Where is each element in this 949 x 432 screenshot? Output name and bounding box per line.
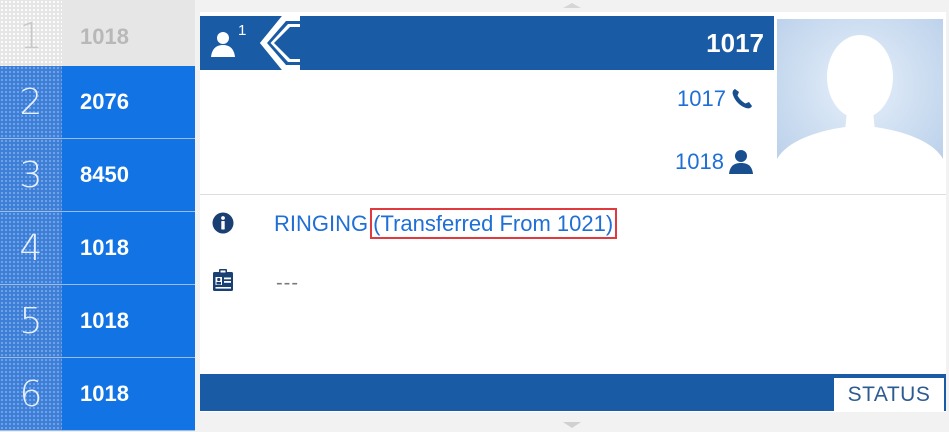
line-key-5[interactable]: 5 1018 [0, 285, 195, 358]
line-key-label: 1018 [62, 358, 195, 430]
contacts-icon[interactable] [210, 30, 236, 58]
call-status-text: RINGING (Transferred From 1021) [274, 208, 618, 239]
line-key-index: 2 [0, 66, 62, 138]
line-key-3[interactable]: 3 8450 [0, 139, 195, 212]
line-key-1[interactable]: 1 1018 [0, 0, 195, 73]
phone-icon [732, 89, 752, 109]
note-text: --- [276, 272, 299, 294]
line-key-index: 6 [0, 358, 62, 430]
status-softkey[interactable]: STATUS [834, 378, 944, 411]
clipboard-icon [213, 269, 233, 291]
call-title: 1017 [706, 28, 764, 58]
line-key-index: 3 [0, 139, 62, 211]
line-key-label: 1018 [62, 285, 195, 357]
line-key-2[interactable]: 2 2076 [0, 66, 195, 139]
line-key-4[interactable]: 4 1018 [0, 212, 195, 285]
line-key-label: 1018 [62, 0, 195, 73]
call-number: 1017 [677, 86, 726, 111]
line-key-6[interactable]: 6 1018 [0, 358, 195, 431]
line-key-index: 5 [0, 285, 62, 357]
back-chevron-icon[interactable] [256, 16, 300, 70]
line-key-label: 2076 [62, 66, 195, 138]
call-number-row: 1017 [677, 84, 754, 114]
line-key-label: 8450 [62, 139, 195, 211]
transfer-detail: (Transferred From 1021) [370, 208, 618, 239]
scroll-down-indicator [563, 422, 581, 428]
contacts-count: 1 [238, 22, 247, 39]
call-status-row: RINGING (Transferred From 1021) [200, 208, 946, 242]
softkey-bar: STATUS [200, 374, 946, 411]
divider [200, 194, 946, 195]
line-key-label: 1018 [62, 212, 195, 284]
call-state: RINGING [274, 211, 369, 236]
info-icon [212, 212, 234, 234]
avatar [777, 19, 943, 186]
caller-number: 1018 [675, 149, 724, 174]
person-icon [729, 150, 753, 174]
line-key-index: 4 [0, 212, 62, 284]
note-row: --- [200, 266, 946, 296]
line-key-column: 1 1018 2 2076 3 8450 4 1018 5 1018 6 101… [0, 0, 195, 432]
scroll-up-indicator [563, 3, 581, 8]
line-key-index: 1 [0, 0, 62, 73]
call-header: 1 1017 [200, 16, 774, 70]
call-panel: 1 1017 1017 1018 RINGING (Transferred Fr… [200, 12, 946, 412]
caller-row: 1018 [675, 147, 754, 177]
